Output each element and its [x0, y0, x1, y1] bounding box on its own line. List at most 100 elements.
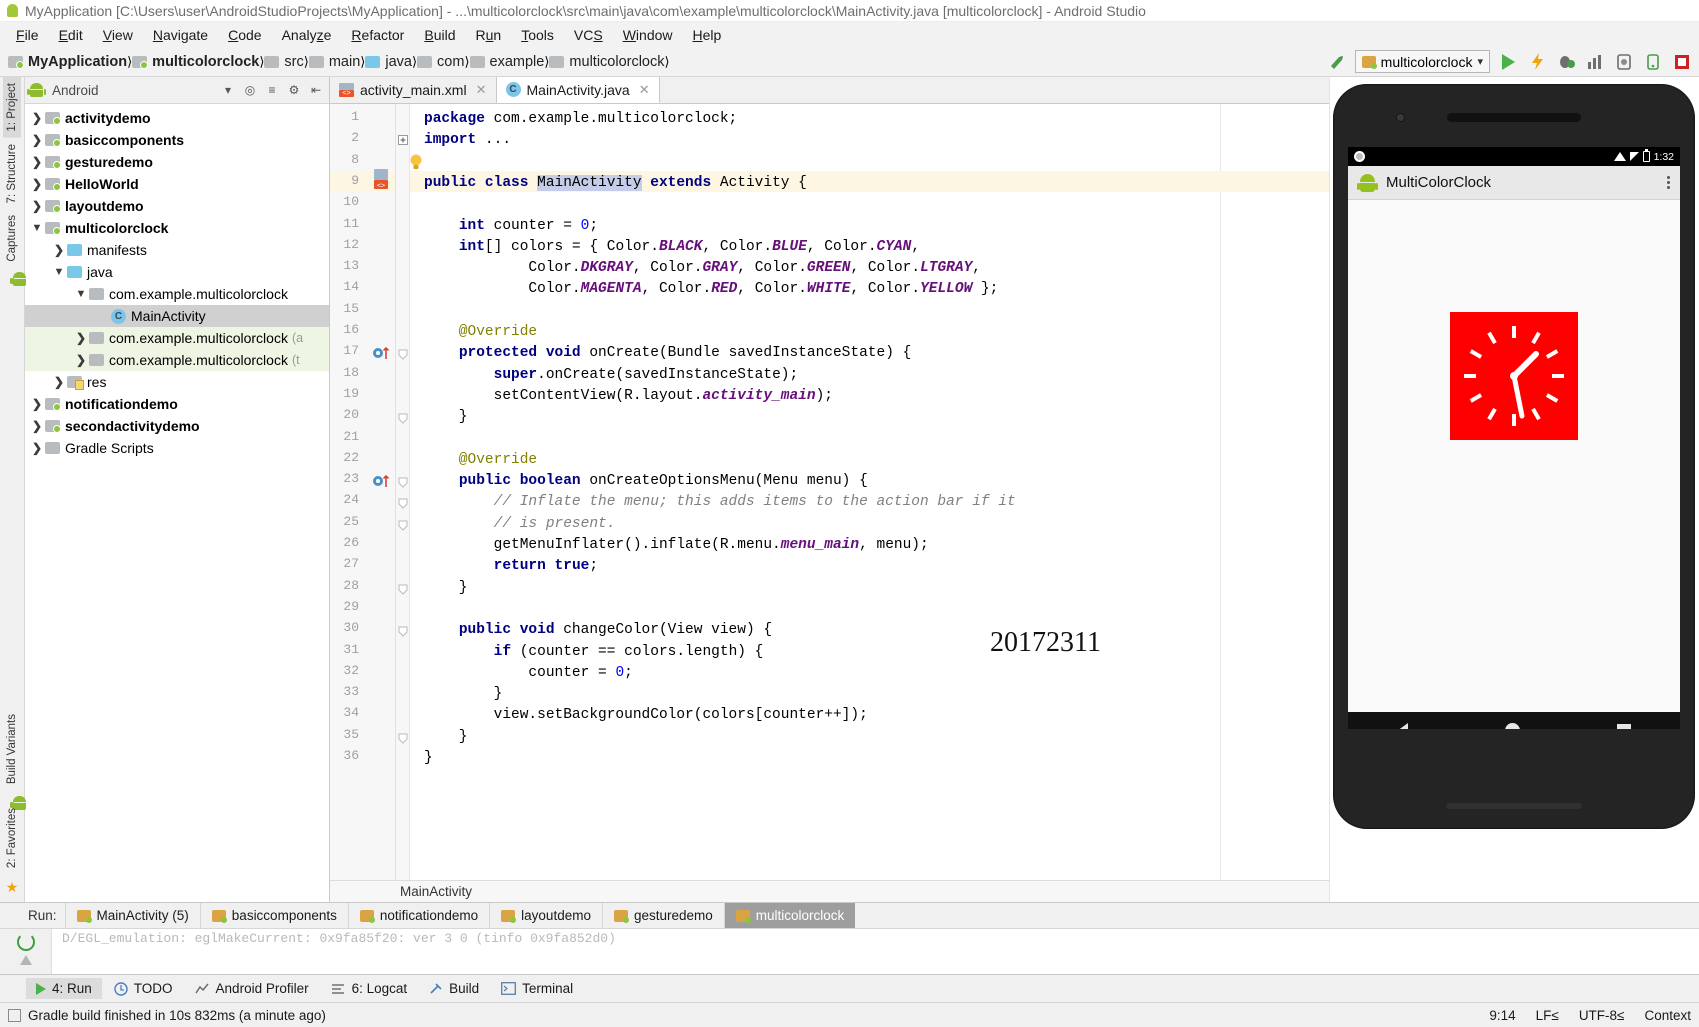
editor-gutter[interactable]: 1 2 8 9 10 11 12 13 14 15 16 17 18 19 20 21 22 23 24 25 26 27… — [330, 104, 396, 880]
menu-run[interactable]: Run — [466, 25, 512, 45]
tree-item[interactable]: ▼ java — [25, 261, 329, 283]
tree-item[interactable]: ❯ com.example.multicolorclock (t — [25, 349, 329, 371]
chevron-down-icon[interactable]: ▼ — [29, 222, 45, 234]
code-line[interactable]: import ... — [424, 130, 511, 151]
back-button[interactable] — [1396, 722, 1408, 729]
tree-item[interactable]: C MainActivity — [25, 305, 329, 327]
fold-region-icon[interactable] — [398, 412, 408, 427]
code-line[interactable]: view.setBackgroundColor(colors[counter++… — [424, 705, 868, 726]
fold-region-icon[interactable] — [398, 497, 408, 512]
tree-item[interactable]: ❯ layoutdemo — [25, 195, 329, 217]
run-tab-multicolorclock[interactable]: multicolorclock — [723, 903, 856, 928]
code-text[interactable]: package com.example.multicolorclock; impo… — [410, 104, 1329, 880]
run-tab-layoutdemo[interactable]: layoutdemo — [489, 903, 602, 928]
menu-build[interactable]: Build — [414, 25, 465, 45]
android-navigation-bar[interactable] — [1348, 712, 1680, 729]
clock-widget[interactable] — [1450, 312, 1578, 440]
fold-region-icon[interactable] — [398, 732, 408, 747]
close-icon[interactable]: ✕ — [639, 82, 650, 98]
intention-bulb-icon[interactable] — [408, 153, 424, 174]
tree-item[interactable]: ▼ com.example.multicolorclock — [25, 283, 329, 305]
fold-region-icon[interactable] — [398, 348, 408, 363]
code-line[interactable]: int[] colors = { Color.BLACK, Color.BLUE… — [424, 237, 920, 258]
menu-window[interactable]: Window — [613, 25, 683, 45]
sidebar-item-project[interactable]: 1: Project — [3, 77, 21, 138]
debug-icon[interactable] — [1555, 51, 1577, 73]
project-tree[interactable]: ❯ activitydemo ❯ basiccomponents ❯ gesturedem… — [25, 104, 329, 902]
tree-item[interactable]: ❯ gesturedemo — [25, 151, 329, 173]
chevron-right-icon[interactable]: ❯ — [29, 419, 45, 433]
code-line[interactable]: } — [424, 684, 503, 705]
tab-mainactivity-java[interactable]: C MainActivity.java ✕ — [496, 77, 660, 103]
breadcrumb-item-main[interactable]: main — [308, 54, 360, 70]
chevron-right-icon[interactable]: ❯ — [51, 243, 67, 257]
code-line[interactable]: // Inflate the menu; this adds items to … — [424, 492, 1016, 513]
close-icon[interactable]: ✕ — [476, 82, 487, 98]
sidebar-item-captures[interactable]: Captures — [3, 209, 21, 268]
menu-refactor[interactable]: Refactor — [341, 25, 414, 45]
chevron-right-icon[interactable]: ❯ — [29, 199, 45, 213]
target-icon[interactable]: ◎ — [241, 81, 259, 99]
run-console[interactable]: D/EGL_emulation: eglMakeCurrent: 0x9fa85… — [0, 928, 1699, 974]
breadcrumb-item-java[interactable]: java — [365, 54, 412, 70]
chevron-right-icon[interactable]: ❯ — [51, 375, 67, 389]
code-line[interactable]: @Override — [424, 322, 537, 343]
code-line[interactable]: } — [424, 727, 468, 748]
code-line[interactable]: getMenuInflater().inflate(R.menu.menu_ma… — [424, 535, 929, 556]
breadcrumb-item-src[interactable]: src — [264, 54, 304, 70]
recents-button[interactable] — [1617, 723, 1632, 729]
code-line[interactable]: protected void onCreate(Bundle savedInst… — [424, 343, 911, 364]
override-method-icon[interactable] — [372, 473, 392, 492]
menu-help[interactable]: Help — [683, 25, 732, 45]
breadcrumb-item-multicolorclock-pkg[interactable]: multicolorclock — [549, 54, 665, 70]
apply-changes-icon[interactable] — [1526, 51, 1548, 73]
code-line[interactable]: return true; — [424, 556, 598, 577]
tree-item[interactable]: ❯ notificationdemo — [25, 393, 329, 415]
fold-region-icon[interactable] — [398, 519, 408, 534]
code-line[interactable]: public void changeColor(View view) { — [424, 620, 772, 641]
overflow-menu-icon[interactable] — [1667, 176, 1670, 189]
tree-item[interactable]: ❯ basiccomponents — [25, 129, 329, 151]
chevron-right-icon[interactable]: ❯ — [29, 155, 45, 169]
fold-region-icon[interactable] — [398, 625, 408, 640]
code-line[interactable]: Color.DKGRAY, Color.GRAY, Color.GREEN, C… — [424, 258, 981, 279]
chevron-right-icon[interactable]: ❯ — [29, 111, 45, 125]
code-line[interactable]: } — [424, 407, 468, 428]
layout-navigation-icon[interactable]: <> — [372, 168, 392, 194]
bottom-tab-run[interactable]: 4: Run — [26, 978, 102, 999]
code-line[interactable]: int counter = 0; — [424, 216, 598, 237]
chevron-right-icon[interactable]: ❯ — [29, 133, 45, 147]
bottom-tab-logcat[interactable]: 6: Logcat — [321, 978, 418, 999]
app-content[interactable] — [1348, 200, 1680, 712]
chevron-right-icon[interactable]: ❯ — [29, 441, 45, 455]
code-line[interactable]: package com.example.multicolorclock; — [424, 109, 737, 130]
sdk-manager-icon[interactable] — [1671, 51, 1693, 73]
code-line[interactable]: super.onCreate(savedInstanceState); — [424, 365, 799, 386]
tab-activity-main-xml[interactable]: <> activity_main.xml ✕ — [330, 77, 497, 103]
code-line[interactable]: @Override — [424, 450, 537, 471]
collapse-all-icon[interactable]: ≡ — [263, 81, 281, 99]
back-arrow-icon[interactable] — [1326, 51, 1348, 73]
bottom-tab-build[interactable]: Build — [419, 978, 489, 999]
tree-item[interactable]: ❯ res — [25, 371, 329, 393]
code-line[interactable]: Color.MAGENTA, Color.RED, Color.WHITE, C… — [424, 279, 998, 300]
bottom-tab-todo[interactable]: TODO — [104, 978, 183, 999]
line-separator[interactable]: LF≤ — [1536, 1008, 1559, 1023]
run-configuration-selector[interactable]: multicolorclock ▾ — [1354, 50, 1490, 73]
menu-vcs[interactable]: VCS — [564, 25, 613, 45]
context-indicator[interactable]: Context — [1644, 1008, 1691, 1023]
breadcrumb-item-example[interactable]: example — [469, 54, 544, 70]
code-line[interactable]: } — [424, 578, 468, 599]
profiler-icon[interactable] — [1584, 51, 1606, 73]
chevron-down-icon[interactable]: ▼ — [51, 266, 67, 278]
tree-item[interactable]: ❯ com.example.multicolorclock (a — [25, 327, 329, 349]
menu-file[interactable]: File — [6, 25, 49, 45]
chevron-right-icon[interactable]: ❯ — [29, 397, 45, 411]
tree-item[interactable]: ▼ multicolorclock — [25, 217, 329, 239]
breadcrumb-item-com[interactable]: com — [417, 54, 464, 70]
tree-item[interactable]: ❯ manifests — [25, 239, 329, 261]
code-line[interactable]: setContentView(R.layout.activity_main); — [424, 386, 833, 407]
chevron-right-icon[interactable]: ❯ — [29, 177, 45, 191]
bottom-tab-terminal[interactable]: Terminal — [491, 978, 583, 999]
fold-expand-icon[interactable] — [398, 133, 408, 148]
